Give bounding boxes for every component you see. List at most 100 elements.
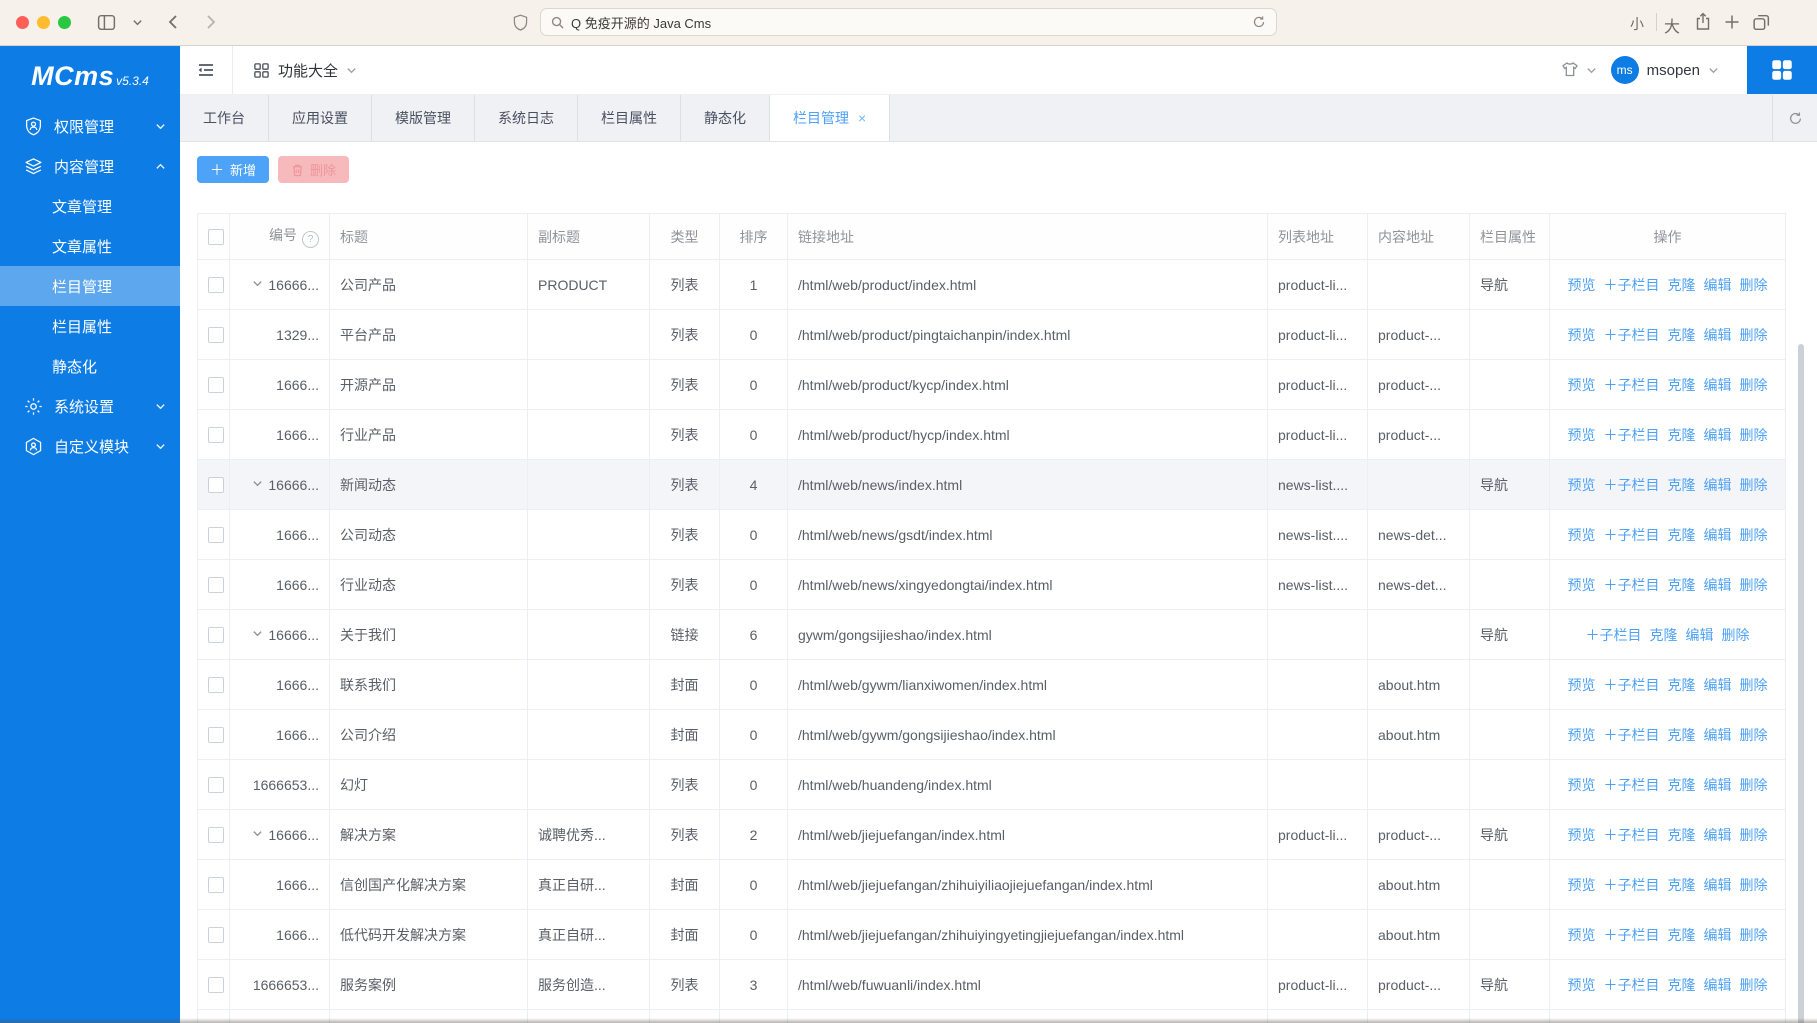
action-link-编辑[interactable]: 编辑	[1704, 977, 1732, 993]
tab-静态化[interactable]: 静态化	[681, 95, 770, 141]
action-link-克隆[interactable]: 克隆	[1668, 727, 1696, 743]
action-link-预览[interactable]: 预览	[1568, 727, 1596, 743]
action-link-预览[interactable]: 预览	[1568, 877, 1596, 893]
action-link-删除[interactable]: 删除	[1740, 577, 1768, 593]
browser-sidebar-icon[interactable]	[96, 12, 117, 33]
tab-应用设置[interactable]: 应用设置	[269, 95, 372, 141]
sidebar-item-文章管理[interactable]: 文章管理	[0, 186, 180, 226]
action-link-编辑[interactable]: 编辑	[1704, 477, 1732, 493]
function-menu[interactable]: 功能大全	[253, 60, 357, 81]
action-link-预览[interactable]: 预览	[1568, 927, 1596, 943]
action-link-＋子栏目[interactable]: ＋子栏目	[1604, 377, 1660, 393]
action-link-克隆[interactable]: 克隆	[1668, 977, 1696, 993]
action-link-克隆[interactable]: 克隆	[1668, 527, 1696, 543]
action-link-预览[interactable]: 预览	[1568, 777, 1596, 793]
row-checkbox[interactable]	[208, 777, 224, 793]
row-checkbox[interactable]	[208, 577, 224, 593]
action-link-删除[interactable]: 删除	[1740, 377, 1768, 393]
action-link-预览[interactable]: 预览	[1568, 977, 1596, 993]
apps-grid-button[interactable]	[1747, 46, 1817, 94]
tab-工作台[interactable]: 工作台	[180, 95, 269, 141]
row-checkbox[interactable]	[208, 677, 224, 693]
action-link-删除[interactable]: 删除	[1722, 627, 1750, 643]
action-link-克隆[interactable]: 克隆	[1668, 377, 1696, 393]
share-icon[interactable]	[1693, 12, 1713, 32]
url-bar[interactable]: Q 免疫开源的 Java Cms	[540, 8, 1277, 36]
row-checkbox[interactable]	[208, 277, 224, 293]
sidebar-item-静态化[interactable]: 静态化	[0, 346, 180, 386]
window-zoom-button[interactable]	[58, 16, 71, 29]
action-link-预览[interactable]: 预览	[1568, 377, 1596, 393]
sidebar-item-自定义模块[interactable]: 自定义模块	[0, 426, 180, 466]
action-link-克隆[interactable]: 克隆	[1650, 627, 1678, 643]
tab-模版管理[interactable]: 模版管理	[372, 95, 475, 141]
sidebar-item-栏目管理[interactable]: 栏目管理	[0, 266, 180, 306]
select-all-checkbox[interactable]	[208, 229, 224, 245]
action-link-克隆[interactable]: 克隆	[1668, 877, 1696, 893]
row-expand-icon[interactable]	[252, 826, 263, 842]
action-link-＋子栏目[interactable]: ＋子栏目	[1604, 877, 1660, 893]
sidebar-item-内容管理[interactable]: 内容管理	[0, 146, 180, 186]
action-link-编辑[interactable]: 编辑	[1704, 777, 1732, 793]
action-link-＋子栏目[interactable]: ＋子栏目	[1604, 677, 1660, 693]
row-checkbox[interactable]	[208, 477, 224, 493]
action-link-编辑[interactable]: 编辑	[1704, 527, 1732, 543]
delete-button[interactable]: 删除	[278, 156, 349, 183]
zoom-out-button[interactable]: 小	[1630, 14, 1644, 34]
row-checkbox[interactable]	[208, 927, 224, 943]
action-link-＋子栏目[interactable]: ＋子栏目	[1604, 277, 1660, 293]
sidebar-item-权限管理[interactable]: 权限管理	[0, 106, 180, 146]
row-expand-icon[interactable]	[252, 276, 263, 292]
tab-栏目管理[interactable]: 栏目管理×	[770, 95, 890, 141]
action-link-删除[interactable]: 删除	[1740, 477, 1768, 493]
action-link-＋子栏目[interactable]: ＋子栏目	[1604, 427, 1660, 443]
action-link-克隆[interactable]: 克隆	[1668, 277, 1696, 293]
action-link-＋子栏目[interactable]: ＋子栏目	[1604, 777, 1660, 793]
action-link-删除[interactable]: 删除	[1740, 827, 1768, 843]
action-link-预览[interactable]: 预览	[1568, 327, 1596, 343]
action-link-＋子栏目[interactable]: ＋子栏目	[1604, 977, 1660, 993]
reload-icon[interactable]	[1252, 15, 1266, 29]
action-link-克隆[interactable]: 克隆	[1668, 827, 1696, 843]
row-checkbox[interactable]	[208, 327, 224, 343]
row-checkbox[interactable]	[208, 527, 224, 543]
row-expand-icon[interactable]	[252, 626, 263, 642]
action-link-编辑[interactable]: 编辑	[1704, 277, 1732, 293]
sidebar-chevron-icon[interactable]	[132, 17, 143, 28]
action-link-预览[interactable]: 预览	[1568, 427, 1596, 443]
action-link-编辑[interactable]: 编辑	[1704, 927, 1732, 943]
vertical-scrollbar[interactable]	[1798, 344, 1804, 1023]
action-link-＋子栏目[interactable]: ＋子栏目	[1604, 727, 1660, 743]
add-button[interactable]: ＋ 新增	[197, 156, 269, 183]
action-link-编辑[interactable]: 编辑	[1704, 727, 1732, 743]
row-checkbox[interactable]	[208, 377, 224, 393]
action-link-预览[interactable]: 预览	[1568, 527, 1596, 543]
action-link-克隆[interactable]: 克隆	[1668, 577, 1696, 593]
new-tab-icon[interactable]	[1722, 12, 1742, 32]
action-link-克隆[interactable]: 克隆	[1668, 777, 1696, 793]
row-checkbox[interactable]	[208, 627, 224, 643]
user-menu[interactable]: ms msopen	[1611, 56, 1719, 84]
action-link-删除[interactable]: 删除	[1740, 877, 1768, 893]
back-icon[interactable]	[164, 12, 184, 32]
action-link-删除[interactable]: 删除	[1740, 727, 1768, 743]
action-link-编辑[interactable]: 编辑	[1704, 827, 1732, 843]
action-link-克隆[interactable]: 克隆	[1668, 927, 1696, 943]
action-link-＋子栏目[interactable]: ＋子栏目	[1604, 827, 1660, 843]
action-link-删除[interactable]: 删除	[1740, 777, 1768, 793]
row-checkbox[interactable]	[208, 827, 224, 843]
privacy-shield-icon[interactable]	[513, 14, 528, 31]
action-link-编辑[interactable]: 编辑	[1704, 677, 1732, 693]
row-expand-icon[interactable]	[252, 476, 263, 492]
forward-icon[interactable]	[200, 12, 220, 32]
sidebar-item-系统设置[interactable]: 系统设置	[0, 386, 180, 426]
row-checkbox[interactable]	[208, 427, 224, 443]
tab-系统日志[interactable]: 系统日志	[475, 95, 578, 141]
action-link-删除[interactable]: 删除	[1740, 927, 1768, 943]
action-link-编辑[interactable]: 编辑	[1704, 327, 1732, 343]
action-link-编辑[interactable]: 编辑	[1704, 577, 1732, 593]
action-link-＋子栏目[interactable]: ＋子栏目	[1604, 927, 1660, 943]
action-link-克隆[interactable]: 克隆	[1668, 677, 1696, 693]
action-link-删除[interactable]: 删除	[1740, 527, 1768, 543]
sidebar-item-文章属性[interactable]: 文章属性	[0, 226, 180, 266]
